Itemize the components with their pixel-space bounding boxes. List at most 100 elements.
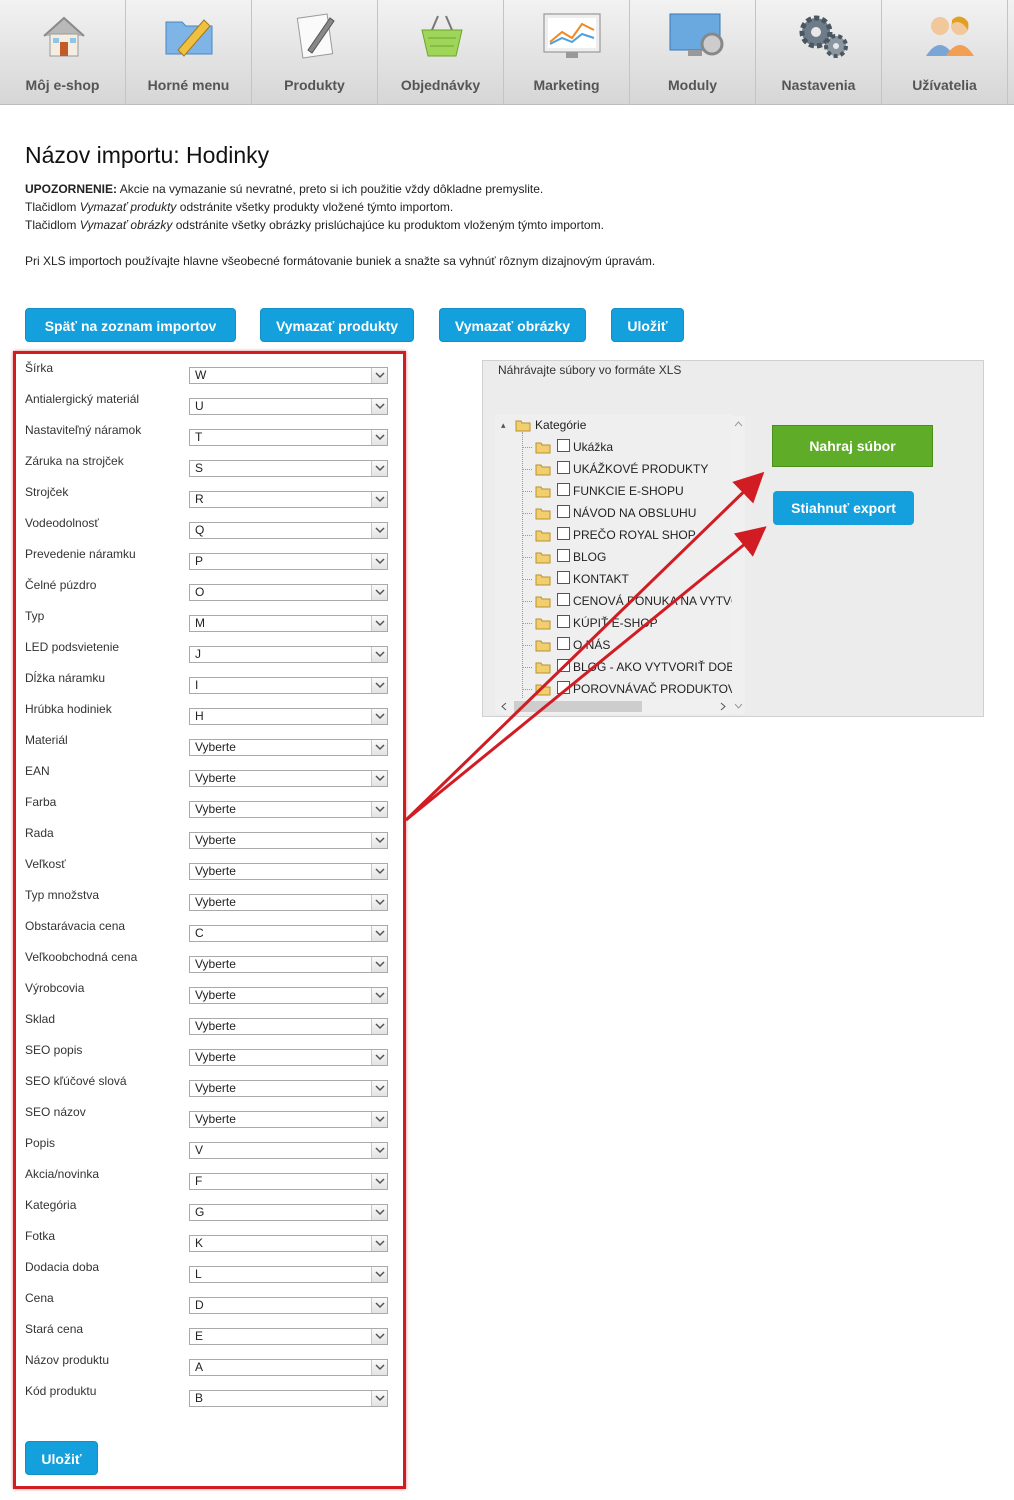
column-select[interactable]: F — [189, 1173, 388, 1190]
category-item[interactable]: O NÁS — [522, 636, 732, 654]
warning-text: Akcie na vymazanie sú nevratné, preto si… — [117, 182, 544, 196]
nav-item-1[interactable]: Môj e-shop — [0, 0, 126, 105]
category-checkbox[interactable] — [557, 461, 570, 474]
chevron-down-icon — [371, 988, 387, 1003]
category-checkbox[interactable] — [557, 571, 570, 584]
tree-horizontal-scrollbar[interactable] — [497, 699, 731, 714]
column-select[interactable]: B — [189, 1390, 388, 1407]
users-icon — [920, 10, 974, 62]
column-select[interactable]: S — [189, 460, 388, 477]
column-select[interactable]: J — [189, 646, 388, 663]
column-select[interactable]: Vyberte — [189, 1080, 388, 1097]
column-select[interactable]: A — [189, 1359, 388, 1376]
warning-note: UPOZORNENIE: Akcie na vymazanie sú nevra… — [25, 182, 543, 196]
field-label: Čelné púzdro — [25, 578, 97, 592]
category-item[interactable]: KONTAKT — [522, 570, 732, 588]
column-select[interactable]: K — [189, 1235, 388, 1252]
column-select[interactable]: Vyberte — [189, 863, 388, 880]
category-item[interactable]: FUNKCIE E-SHOPU — [522, 482, 732, 500]
nav-item-label: Moduly — [668, 77, 717, 93]
save-bottom-button[interactable]: Uložiť — [25, 1441, 98, 1475]
nav-item-3[interactable]: Produkty — [252, 0, 378, 105]
column-select[interactable]: Vyberte — [189, 1049, 388, 1066]
download-export-button[interactable]: Stiahnuť export — [773, 491, 914, 525]
chevron-down-icon — [371, 647, 387, 662]
nav-item-4[interactable]: Objednávky — [378, 0, 504, 105]
note-text: Tlačidlom — [25, 200, 80, 214]
column-select[interactable]: Vyberte — [189, 1018, 388, 1035]
column-select[interactable]: Vyberte — [189, 770, 388, 787]
column-select[interactable]: Vyberte — [189, 739, 388, 756]
chevron-down-icon — [371, 740, 387, 755]
column-select[interactable]: E — [189, 1328, 388, 1345]
column-select[interactable]: L — [189, 1266, 388, 1283]
column-select[interactable]: I — [189, 677, 388, 694]
category-item[interactable]: PREČO ROYAL SHOP — [522, 526, 732, 544]
column-select[interactable]: Vyberte — [189, 894, 388, 911]
back-to-imports-button[interactable]: Späť na zoznam importov — [25, 308, 236, 342]
category-item[interactable]: KÚPIŤ E-SHOP — [522, 614, 732, 632]
column-select[interactable]: Vyberte — [189, 987, 388, 1004]
column-select[interactable]: P — [189, 553, 388, 570]
tree-vertical-scrollbar[interactable] — [732, 416, 745, 714]
column-select[interactable]: D — [189, 1297, 388, 1314]
category-item[interactable]: UKÁŽKOVÉ PRODUKTY — [522, 460, 732, 478]
folder-icon — [535, 661, 551, 674]
select-value: O — [195, 585, 205, 599]
category-checkbox[interactable] — [557, 483, 570, 496]
field-label: Sklad — [25, 1012, 56, 1026]
category-item[interactable]: CENOVÁ PONUKA NA VYTVC — [522, 592, 732, 610]
chevron-down-icon — [371, 864, 387, 879]
column-select[interactable]: H — [189, 708, 388, 725]
category-item[interactable]: BLOG - AKO VYTVORIŤ DOB — [522, 658, 732, 676]
upload-file-button[interactable]: Nahraj súbor — [772, 425, 933, 467]
column-select[interactable]: O — [189, 584, 388, 601]
nav-item-5[interactable]: Marketing — [504, 0, 630, 105]
category-item[interactable]: Ukážka — [522, 438, 732, 456]
category-label: BLOG - AKO VYTVORIŤ DOB — [573, 660, 732, 674]
category-checkbox[interactable] — [557, 681, 570, 694]
column-select[interactable]: Vyberte — [189, 801, 388, 818]
column-select[interactable]: Vyberte — [189, 956, 388, 973]
folder-icon — [535, 683, 551, 696]
delete-products-note: Tlačidlom Vymazať produkty odstránite vš… — [25, 200, 453, 214]
column-select[interactable]: U — [189, 398, 388, 415]
column-select[interactable]: M — [189, 615, 388, 632]
delete-images-note: Tlačidlom Vymazať obrázky odstránite vše… — [25, 218, 604, 232]
save-button[interactable]: Uložiť — [611, 308, 684, 342]
column-select[interactable]: W — [189, 367, 388, 384]
nav-item-8[interactable]: Užívatelia — [882, 0, 1008, 105]
column-select[interactable]: T — [189, 429, 388, 446]
nav-item-label: Nastavenia — [781, 77, 856, 93]
category-checkbox[interactable] — [557, 439, 570, 452]
select-value: W — [195, 368, 207, 382]
category-checkbox[interactable] — [557, 637, 570, 650]
column-select[interactable]: R — [189, 491, 388, 508]
field-label: Strojček — [25, 485, 69, 499]
category-item[interactable]: NÁVOD NA OBSLUHU — [522, 504, 732, 522]
select-value: P — [195, 554, 204, 568]
column-select[interactable]: Vyberte — [189, 1111, 388, 1128]
category-checkbox[interactable] — [557, 505, 570, 518]
column-select[interactable]: Q — [189, 522, 388, 539]
nav-item-6[interactable]: Moduly — [630, 0, 756, 105]
category-label: UKÁŽKOVÉ PRODUKTY — [573, 462, 709, 476]
category-item[interactable]: POROVNÁVAČ PRODUKTOV — [522, 680, 732, 698]
delete-products-button[interactable]: Vymazať produkty — [260, 308, 414, 342]
select-value: Vyberte — [195, 1050, 236, 1064]
select-value: Vyberte — [195, 771, 236, 785]
category-checkbox[interactable] — [557, 593, 570, 606]
nav-item-2[interactable]: Horné menu — [126, 0, 252, 105]
column-select[interactable]: Vyberte — [189, 832, 388, 849]
nav-item-7[interactable]: Nastavenia — [756, 0, 882, 105]
category-checkbox[interactable] — [557, 527, 570, 540]
category-label: PREČO ROYAL SHOP — [573, 528, 696, 542]
category-checkbox[interactable] — [557, 549, 570, 562]
delete-images-button[interactable]: Vymazať obrázky — [439, 308, 586, 342]
category-checkbox[interactable] — [557, 659, 570, 672]
column-select[interactable]: C — [189, 925, 388, 942]
column-select[interactable]: G — [189, 1204, 388, 1221]
category-item[interactable]: BLOG — [522, 548, 732, 566]
category-checkbox[interactable] — [557, 615, 570, 628]
column-select[interactable]: V — [189, 1142, 388, 1159]
